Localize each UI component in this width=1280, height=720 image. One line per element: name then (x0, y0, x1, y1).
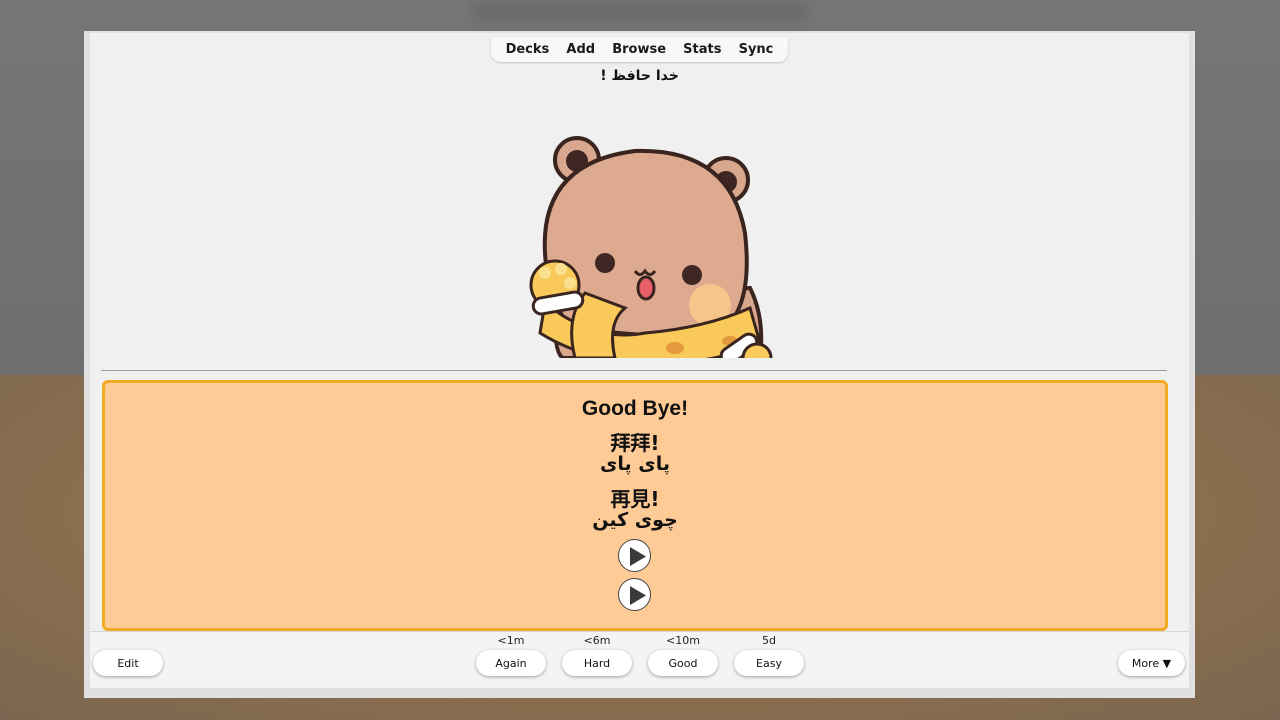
reviewer-window: Decks Add Browse Stats Sync خدا حافظ ! G… (90, 33, 1189, 688)
answer-chinese-simplified: 拜拜! (610, 431, 660, 455)
answer-farsi-transliteration: پای پای (600, 453, 670, 475)
card-answer: Good Bye! 拜拜! پای پای 再見! چوی کین (102, 380, 1168, 631)
play-audio-button[interactable] (618, 578, 651, 611)
toolbar-browse[interactable]: Browse (608, 40, 670, 59)
card-divider (101, 370, 1167, 371)
toolbar-decks[interactable]: Decks (502, 40, 554, 59)
more-button[interactable]: More ▼ (1118, 650, 1185, 676)
answer-bar: Edit <1m Again <6m Hard <10m Good 5d Eas… (90, 631, 1189, 688)
edit-button[interactable]: Edit (93, 650, 163, 676)
play-icon (630, 586, 646, 605)
easy-interval: 5d (762, 634, 776, 647)
good-button[interactable]: Good (648, 650, 718, 676)
again-button[interactable]: Again (476, 650, 546, 676)
top-toolbar: Decks Add Browse Stats Sync (491, 37, 788, 62)
hard-interval: <6m (583, 634, 611, 647)
toolbar-add[interactable]: Add (562, 40, 599, 59)
answer-chinese-traditional: 再見! (610, 487, 660, 511)
play-icon (630, 547, 646, 566)
again-interval: <1m (497, 634, 525, 647)
hard-button[interactable]: Hard (562, 650, 632, 676)
answer-english: Good Bye! (581, 397, 689, 420)
toolbar-sync[interactable]: Sync (735, 40, 778, 59)
answer-farsi-pronunciation: چوی کین (592, 509, 678, 531)
bear-image (529, 136, 773, 358)
play-audio-button[interactable] (618, 539, 651, 572)
good-interval: <10m (666, 634, 700, 647)
background-blur (470, 0, 810, 22)
card-question: خدا حافظ ! (600, 68, 679, 84)
easy-button[interactable]: Easy (734, 650, 804, 676)
toolbar-stats[interactable]: Stats (679, 40, 725, 59)
